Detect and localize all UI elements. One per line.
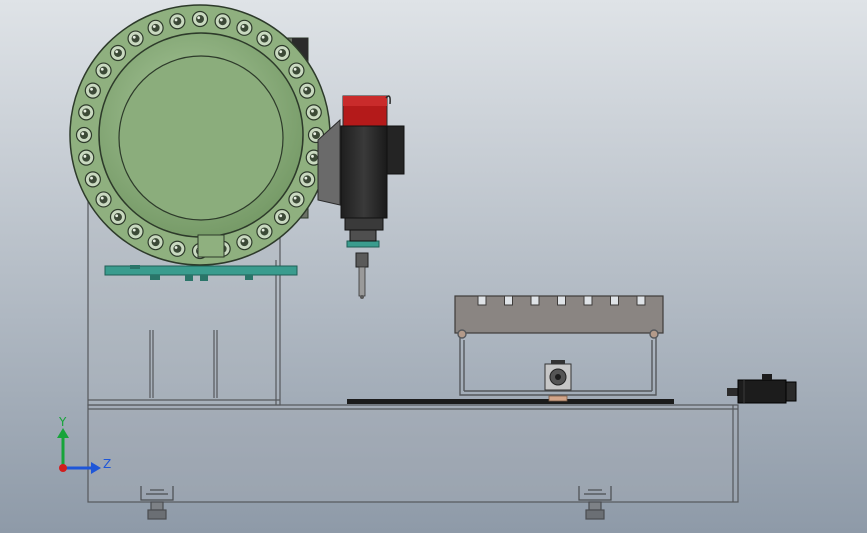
table-rail[interactable] <box>347 399 674 404</box>
fixture-slot <box>477 295 487 306</box>
tool-pocket <box>299 82 316 99</box>
tool-pocket <box>147 19 164 36</box>
fixture-slot <box>557 295 566 306</box>
spindle-nose <box>344 217 384 231</box>
tool-pocket <box>273 208 291 226</box>
tool-pocket <box>169 240 186 257</box>
fixture-slot <box>583 295 593 306</box>
fixture-slot <box>530 295 540 306</box>
tool-magazine[interactable] <box>69 4 331 266</box>
tool-pocket <box>236 234 253 251</box>
tool-pocket <box>127 30 144 47</box>
tool-pocket <box>288 62 305 79</box>
tool-pocket <box>299 171 316 188</box>
spindle-collar-teal <box>346 240 380 248</box>
tool-pocket <box>273 44 291 62</box>
tool-pocket <box>78 104 95 121</box>
tool-pocket <box>84 82 101 99</box>
tool-pocket <box>147 234 164 251</box>
magazine-hub <box>118 55 284 221</box>
tool-pocket <box>256 30 273 47</box>
machine-base[interactable] <box>87 404 739 503</box>
tool-pocket <box>84 171 101 188</box>
tool-pocket <box>78 149 95 166</box>
base-body[interactable] <box>87 404 739 503</box>
triad-z-label: Z <box>103 457 111 471</box>
magazine-latch[interactable] <box>197 234 225 258</box>
tool-pocket <box>169 13 186 30</box>
tool-pocket <box>256 223 273 240</box>
tool-holder <box>355 252 369 268</box>
cad-viewport[interactable]: Y Z <box>0 0 867 533</box>
tool-pocket <box>191 10 209 28</box>
tool-pocket <box>109 208 127 226</box>
tool-pocket <box>236 19 253 36</box>
triad-origin-x <box>59 464 67 472</box>
tool-pocket <box>95 62 112 79</box>
spindle-junction-box[interactable] <box>386 125 405 175</box>
spindle-motor-red-band <box>343 96 387 106</box>
fixture-slot <box>636 295 646 306</box>
triad-y-label: Y <box>58 415 67 429</box>
spindle-collar <box>349 229 377 242</box>
fixture-slot <box>504 295 513 306</box>
tool-pocket <box>214 13 231 30</box>
tool-pocket <box>288 191 305 208</box>
fixture-plate[interactable] <box>454 295 664 334</box>
cutting-tool-tip <box>360 295 364 299</box>
spindle-body[interactable] <box>340 125 388 219</box>
tool-pocket <box>109 44 127 62</box>
tool-pocket <box>95 191 112 208</box>
tool-pocket <box>127 223 144 240</box>
tool-pocket <box>305 104 322 121</box>
cutting-tool[interactable] <box>358 266 366 297</box>
fixture-slot <box>610 295 619 306</box>
tool-pocket <box>75 126 93 144</box>
